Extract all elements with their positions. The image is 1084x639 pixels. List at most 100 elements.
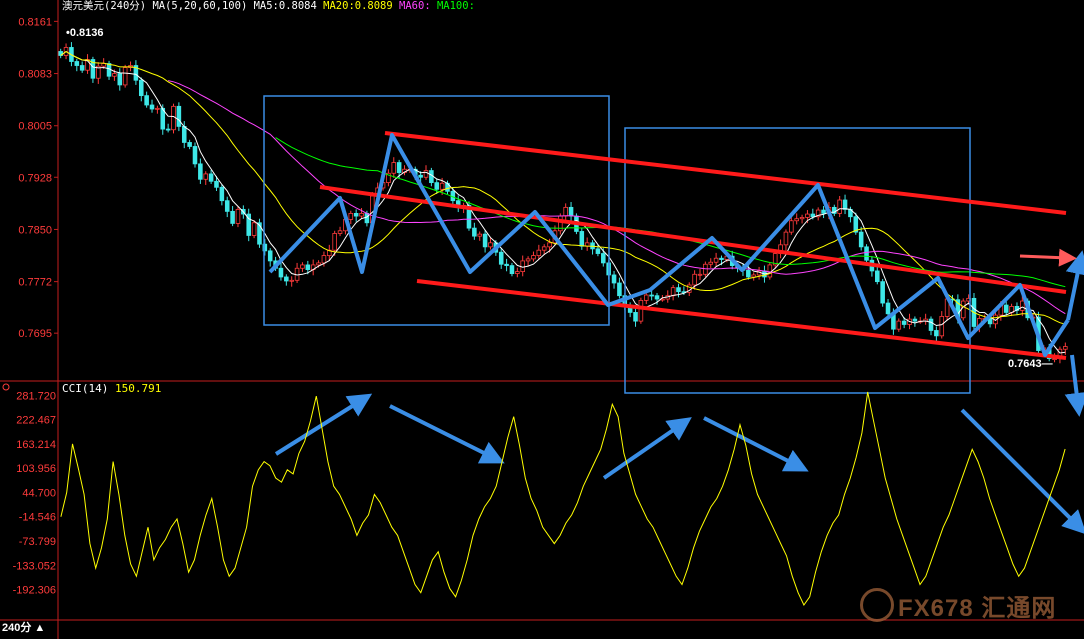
high-marker-label: •0.8136	[66, 27, 104, 39]
candle-up	[799, 217, 805, 220]
candle-down	[219, 186, 225, 202]
cci-header: CCI(14) 150.791	[62, 382, 161, 395]
cci-tick-label: -192.306	[13, 585, 56, 597]
candle-up	[541, 246, 547, 251]
trend-annotations: •0.8136 0.7643—	[66, 27, 1084, 535]
cci-tick-label: -73.799	[19, 536, 56, 548]
candle-down	[617, 282, 622, 297]
watermark-text: FX678 汇通网	[898, 595, 1057, 622]
candle-up	[289, 279, 294, 282]
cci-tick-label: 163.214	[16, 439, 56, 451]
candle-up	[708, 261, 714, 265]
ma20-line	[60, 50, 1066, 325]
cci-label: CCI(14)	[62, 382, 109, 395]
candle-up	[670, 287, 676, 297]
candle-down	[434, 182, 440, 190]
price-tick-label: 0.7928	[18, 172, 52, 184]
candle-down	[858, 231, 864, 248]
candle-up	[703, 263, 708, 275]
candle-down	[504, 263, 509, 266]
candle-up	[337, 230, 343, 234]
ma60-label: MA60:	[399, 0, 431, 12]
candle-down	[138, 79, 144, 97]
candle-down	[719, 257, 724, 260]
low-marker-label: 0.7643—	[1008, 358, 1053, 370]
cci-tick-label: 44.700	[22, 487, 56, 499]
candle-up	[563, 206, 568, 217]
candle-up	[692, 273, 697, 286]
symbol-title[interactable]: 澳元美元(240分)	[62, 0, 146, 12]
candle-up	[547, 242, 552, 248]
candle-up	[638, 299, 644, 322]
price-tick-label: 0.7850	[18, 224, 52, 236]
candle-down	[79, 65, 85, 71]
candle-down	[224, 200, 230, 212]
period-selector[interactable]: 240分 ▲	[2, 619, 45, 635]
chart-canvas: •0.8136 0.7643— 0.8161 0.8083 0.8005 0.7928 0…	[0, 0, 1084, 639]
candle-down	[214, 180, 219, 188]
candle-down	[472, 227, 477, 237]
candle-up	[960, 300, 966, 319]
candle-down	[810, 213, 816, 218]
projection-up-arrow	[1065, 250, 1084, 321]
candle-up	[515, 271, 520, 275]
candle-up	[332, 233, 337, 251]
pane-marker-icon	[2, 383, 10, 391]
price-tick-label: 0.8005	[18, 121, 52, 133]
candle-down	[864, 246, 869, 261]
cci-tick-label: 281.720	[16, 390, 56, 402]
watermark-logo-icon	[860, 588, 894, 622]
candle-up	[112, 73, 117, 77]
cci-trend-arrow	[703, 416, 809, 472]
candle-down	[149, 104, 155, 110]
candle-down	[880, 281, 885, 304]
candle-down	[74, 61, 80, 66]
price-tick-label: 0.7695	[18, 328, 52, 340]
candle-down	[934, 330, 939, 337]
candle-down	[198, 163, 203, 180]
price-tick-label: 0.8161	[18, 16, 52, 28]
candlestick-series	[58, 42, 1068, 364]
candle-up	[423, 170, 429, 178]
candle-up	[805, 213, 810, 218]
candle-down	[305, 264, 311, 270]
candle-down	[509, 265, 515, 275]
candle-up	[531, 255, 536, 260]
candle-down	[364, 212, 370, 224]
candle-up	[751, 274, 756, 278]
candle-down	[267, 250, 273, 262]
cci-series	[2, 383, 1066, 606]
candle-up	[316, 262, 321, 266]
price-tick-label: 0.8083	[18, 69, 52, 81]
candle-up	[359, 212, 364, 217]
candle-down	[885, 302, 891, 315]
cci-trend-arrow	[274, 393, 373, 456]
candle-down	[595, 248, 601, 254]
candle-up	[794, 218, 799, 222]
candle-down	[1003, 304, 1009, 313]
candle-up	[203, 173, 209, 180]
candle-down	[746, 269, 751, 278]
trend-channel-line	[384, 131, 1067, 215]
candle-up	[789, 220, 794, 233]
candle-down	[176, 105, 182, 127]
candle-down	[353, 212, 359, 217]
candle-down	[208, 173, 214, 182]
candle-up	[643, 294, 649, 301]
candle-up	[837, 199, 842, 214]
candle-down	[284, 276, 289, 282]
candle-down	[187, 142, 192, 147]
candle-up	[896, 320, 902, 330]
candle-up	[536, 249, 542, 256]
candle-up	[767, 264, 773, 278]
candle-up	[235, 208, 241, 224]
price-axis: 0.8161 0.8083 0.8005 0.7928 0.7850 0.7772 0.76…	[18, 16, 58, 340]
cci-tick-label: -133.052	[13, 560, 56, 572]
candle-up	[477, 233, 483, 237]
candle-down	[482, 233, 488, 248]
candle-down	[633, 312, 638, 322]
candle-down	[601, 253, 606, 264]
candle-down	[117, 73, 123, 86]
candle-up	[525, 258, 531, 262]
candle-up	[713, 257, 719, 263]
